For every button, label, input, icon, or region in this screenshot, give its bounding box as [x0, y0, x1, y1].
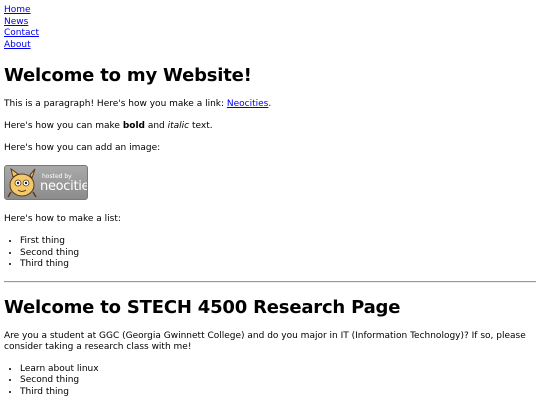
nav-link-home[interactable]: Home: [4, 5, 31, 15]
link-paragraph-suffix: .: [268, 99, 272, 109]
section-divider: [4, 280, 536, 283]
formatting-prefix: Here's how you can make: [4, 121, 123, 131]
neocities-link[interactable]: Neocities: [227, 99, 268, 109]
formatting-paragraph: Here's how you can make bold and italic …: [4, 121, 536, 132]
nav-link-about[interactable]: About: [4, 40, 31, 50]
link-paragraph-prefix: This is a paragraph! Here's how you make…: [4, 99, 227, 109]
italic-word: italic: [167, 121, 190, 131]
page-title: Welcome to my Website!: [4, 65, 252, 86]
formatting-suffix: text.: [189, 121, 213, 131]
list-item: Second thing: [20, 375, 536, 387]
nav-item-contact: Contact: [4, 28, 536, 40]
example-list: First thing Second thing Third thing: [4, 236, 536, 271]
bold-word: bold: [122, 121, 145, 131]
hosted-by-neocities-badge: hosted by neocities: [4, 165, 88, 200]
list-item: Third thing: [20, 259, 536, 271]
nav-item-news: News: [4, 17, 536, 29]
list-item: First thing: [20, 236, 536, 248]
list-item: Third thing: [20, 387, 536, 399]
nav-link-news[interactable]: News: [4, 17, 28, 27]
list-paragraph: Here's how to make a list:: [4, 214, 121, 225]
nav-item-about: About: [4, 40, 536, 52]
nav-menu: Home News Contact About: [4, 5, 536, 51]
research-intro: Are you a student at GGC (Georgia Gwinne…: [4, 330, 526, 352]
page: Home News Contact About Welcome to my We…: [0, 0, 540, 405]
link-paragraph: This is a paragraph! Here's how you make…: [4, 99, 536, 110]
nav-item-home: Home: [4, 5, 536, 17]
badge-neocities-text: neocities: [40, 179, 87, 194]
research-list: Learn about linux Second thing Third thi…: [4, 364, 536, 399]
nav-link-contact[interactable]: Contact: [4, 28, 39, 38]
image-paragraph: Here's how you can add an image:: [4, 143, 161, 153]
formatting-middle: and: [144, 121, 168, 131]
list-item: Second thing: [20, 248, 536, 260]
list-item: Learn about linux: [20, 364, 536, 376]
research-heading: Welcome to STECH 4500 Research Page: [4, 296, 401, 318]
